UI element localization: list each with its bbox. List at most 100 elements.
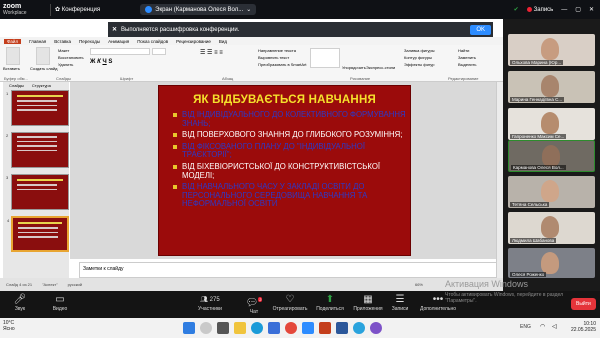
screen-share-pill[interactable]: Экран (Карманова Олеся Вол... ⌄ xyxy=(140,4,257,15)
edge-icon[interactable] xyxy=(251,322,263,334)
telegram-icon[interactable] xyxy=(353,322,365,334)
shape-outline-button[interactable]: Контур фигуры xyxy=(404,55,432,60)
participant-tile[interactable]: Марина Геннадіївна С... xyxy=(508,71,595,103)
notes-button[interactable]: ☰ Записи xyxy=(380,294,420,312)
screen-share-owner: Экран (Карманова Олеся Вол... xyxy=(155,6,244,13)
participants-button[interactable]: 👥︎ 275 Участники xyxy=(190,294,230,312)
close-icon[interactable]: ✕ xyxy=(589,6,594,13)
select-button[interactable]: Выделить xyxy=(458,62,476,67)
tab-review[interactable]: Рецензирование xyxy=(176,39,211,44)
new-slide-button[interactable] xyxy=(36,47,50,65)
tab-slideshow[interactable]: Показ слайдов xyxy=(137,39,168,44)
smartart-button[interactable]: Преобразовать в SmartArt xyxy=(258,62,307,67)
paste-button[interactable] xyxy=(6,47,20,65)
delete-button[interactable]: Удалить xyxy=(58,62,73,67)
arrange-button[interactable]: Упорядочить xyxy=(342,65,366,70)
font-format-buttons[interactable]: Ж К Ч S xyxy=(90,59,112,65)
bullet-item: ВІД ІНДИВІДУАЛЬНОГО ДО КОЛЕКТИВНОГО ФОРМ… xyxy=(173,110,410,128)
vertical-scrollbar[interactable] xyxy=(496,82,503,278)
participant-tile[interactable]: Олеся Роженко xyxy=(508,248,595,278)
slide-title: ЯК ВІДБУВАЄТЬСЯ НАВЧАННЯ xyxy=(193,94,376,106)
paw-icon: ✿ xyxy=(55,7,61,13)
layout-button[interactable]: Макет xyxy=(58,48,69,53)
new-slide-label: Создать слайд xyxy=(30,66,58,71)
font-size-box[interactable] xyxy=(152,48,166,55)
paragraph-buttons[interactable]: ☰ ☰ ≡ ≡ xyxy=(200,49,223,56)
align-text-button[interactable]: Выровнять текст xyxy=(258,55,289,60)
search-icon[interactable] xyxy=(200,322,212,334)
explorer-icon[interactable] xyxy=(234,322,246,334)
tab-animation[interactable]: Анимация xyxy=(108,39,129,44)
shield-icon[interactable]: ✔ xyxy=(514,6,519,13)
tab-file[interactable]: Файл xyxy=(4,38,22,44)
zoom-app-icon[interactable] xyxy=(302,322,314,334)
participants-label: Участники xyxy=(198,306,222,312)
participant-video xyxy=(541,252,559,274)
store-icon[interactable] xyxy=(268,322,280,334)
volume-icon[interactable]: ◁ xyxy=(552,323,557,330)
current-slide[interactable]: ЯК ВІДБУВАЄТЬСЯ НАВЧАННЯ ВІД ІНДИВІДУАЛЬ… xyxy=(158,85,411,256)
minimize-icon[interactable]: — xyxy=(561,7,567,13)
slide-notes[interactable]: Заметки к слайду xyxy=(79,262,497,278)
task-view-icon[interactable] xyxy=(217,322,229,334)
conference-label[interactable]: Конференция xyxy=(62,7,100,13)
react-button[interactable]: ♡ Отреагировать xyxy=(270,294,310,312)
tab-home[interactable]: Главная xyxy=(29,39,46,44)
participant-tile[interactable]: Тетяна Сельська xyxy=(508,176,595,208)
tab-outline[interactable]: Структура xyxy=(32,83,51,88)
ok-button[interactable]: OK xyxy=(470,24,491,35)
participant-tile[interactable]: Карманова Олеся Вол... xyxy=(508,140,595,172)
group-paragraph: Абзац xyxy=(222,76,234,81)
more-label: Дополнительно xyxy=(420,306,456,312)
participant-name: Карманова Олеся Вол... xyxy=(511,165,566,170)
slide-thumbnail-selected[interactable]: 4 xyxy=(7,216,69,252)
language-status[interactable]: русский xyxy=(68,282,82,287)
participants-count: 275 xyxy=(209,297,220,303)
language-indicator[interactable]: ENG xyxy=(520,324,531,330)
participant-tile[interactable]: Ольхова Марина (Юр... xyxy=(508,34,595,66)
weather-widget[interactable]: 10°C Ясно xyxy=(3,320,15,332)
powerpoint-icon[interactable] xyxy=(319,322,331,334)
text-direction-button[interactable]: Направление текста xyxy=(258,48,296,53)
video-button[interactable]: ▭ Видео xyxy=(40,294,80,312)
record-icon xyxy=(526,7,532,12)
bullet-item: ВІД ПОВЕРХОВОГО ЗНАННЯ ДО ГЛИБОКОГО РОЗУ… xyxy=(173,131,410,140)
group-slides: Слайды xyxy=(56,76,71,81)
slide-thumbnail[interactable]: 2 xyxy=(6,132,69,168)
recording-indicator[interactable]: Запись xyxy=(526,7,553,13)
close-icon[interactable]: ✕ xyxy=(112,26,117,33)
viber-icon[interactable] xyxy=(370,322,382,334)
share-button[interactable]: ⬆ Поделиться xyxy=(310,294,350,312)
participant-tile[interactable]: Гапроненко Максим Се... xyxy=(508,108,595,140)
shapes-gallery[interactable] xyxy=(310,48,340,68)
slide-thumbnail[interactable]: 3 xyxy=(6,174,69,210)
replace-button[interactable]: Заменить xyxy=(458,55,476,60)
slide-number: 2 xyxy=(6,133,9,138)
clock[interactable]: 10:10 22.05.2025 xyxy=(571,321,596,333)
group-drawing: Рисование xyxy=(350,76,371,81)
word-icon[interactable] xyxy=(336,322,348,334)
shape-effects-button[interactable]: Эффекты фигур xyxy=(404,62,434,67)
participant-tile[interactable]: Людмила Шабанова xyxy=(508,212,595,244)
tab-view[interactable]: Вид xyxy=(219,39,227,44)
tab-slides[interactable]: Слайды xyxy=(9,83,24,88)
font-name-box[interactable] xyxy=(90,48,150,55)
notes-icon: ☰ xyxy=(395,294,405,305)
ppt-status-bar: Слайд 4 из 21 "Аспект" русский 66% xyxy=(0,278,503,291)
wifi-icon[interactable]: ◠ xyxy=(540,323,545,330)
find-button[interactable]: Найти xyxy=(458,48,469,53)
chat-button[interactable]: 💬︎2 Чат xyxy=(234,294,274,315)
reset-button[interactable]: Восстановить xyxy=(58,55,84,60)
slide-thumbnail[interactable]: 1 xyxy=(6,90,69,126)
audio-button[interactable]: 🎤︎ Звук xyxy=(0,294,40,312)
participant-video xyxy=(541,75,559,97)
chrome-icon[interactable] xyxy=(285,322,297,334)
transcription-banner: ✕ Выполняется расшифровка конференции. O… xyxy=(108,22,493,37)
start-icon[interactable] xyxy=(183,322,195,334)
quick-styles-button[interactable]: Экспресс-стили xyxy=(366,65,395,70)
tab-transitions[interactable]: Переходы xyxy=(79,39,100,44)
shape-fill-button[interactable]: Заливка фигуры xyxy=(404,48,435,53)
video-label: Видео xyxy=(52,306,68,312)
maximize-icon[interactable]: ▢ xyxy=(575,6,581,13)
tab-insert[interactable]: Вставка xyxy=(54,39,71,44)
